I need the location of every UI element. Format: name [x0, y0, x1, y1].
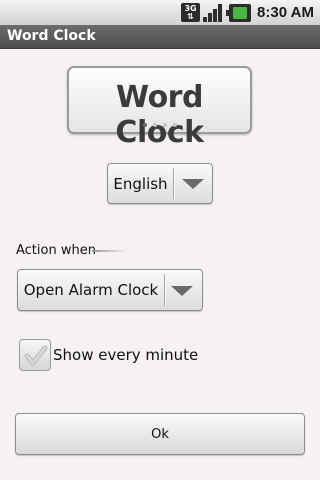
action-spinner[interactable]: Open Alarm Clock — [17, 269, 203, 311]
page-indicator — [69, 123, 250, 127]
window-title: Word Clock — [0, 25, 320, 49]
signal-bar — [208, 13, 213, 22]
signal-bar — [218, 4, 223, 22]
language-spinner[interactable]: English — [107, 163, 213, 204]
3g-icon: 3G ⇅ — [181, 3, 201, 22]
action-label: Action when — [16, 243, 96, 258]
network-arrows: ⇅ — [187, 12, 194, 21]
page-dot — [162, 123, 167, 127]
spinner-divider — [164, 274, 165, 306]
preview-text: Word Clock — [115, 80, 204, 150]
battery-icon — [226, 3, 252, 22]
action-selected: Open Alarm Clock — [23, 281, 159, 299]
dropdown-arrow-icon — [182, 179, 204, 189]
page-dot — [172, 123, 177, 127]
signal-icon — [203, 3, 225, 22]
spinner-divider — [173, 168, 174, 199]
ok-button[interactable]: Ok — [15, 413, 305, 455]
word-clock-preview[interactable]: Word Clock — [67, 66, 252, 150]
action-label-fade — [92, 250, 128, 252]
checkmark-icon — [24, 345, 48, 366]
page-dot — [152, 123, 157, 127]
language-selected: English — [113, 174, 168, 193]
dropdown-arrow-icon — [171, 286, 193, 296]
show-every-minute-label[interactable]: Show every minute — [53, 346, 198, 364]
signal-bar — [213, 9, 218, 22]
page-dot-active — [142, 123, 147, 127]
status-bar: 3G ⇅ 8:30 AM — [0, 0, 320, 25]
status-time: 8:30 AM — [257, 4, 314, 21]
show-every-minute-checkbox[interactable] — [19, 339, 51, 371]
signal-bar — [203, 17, 208, 22]
